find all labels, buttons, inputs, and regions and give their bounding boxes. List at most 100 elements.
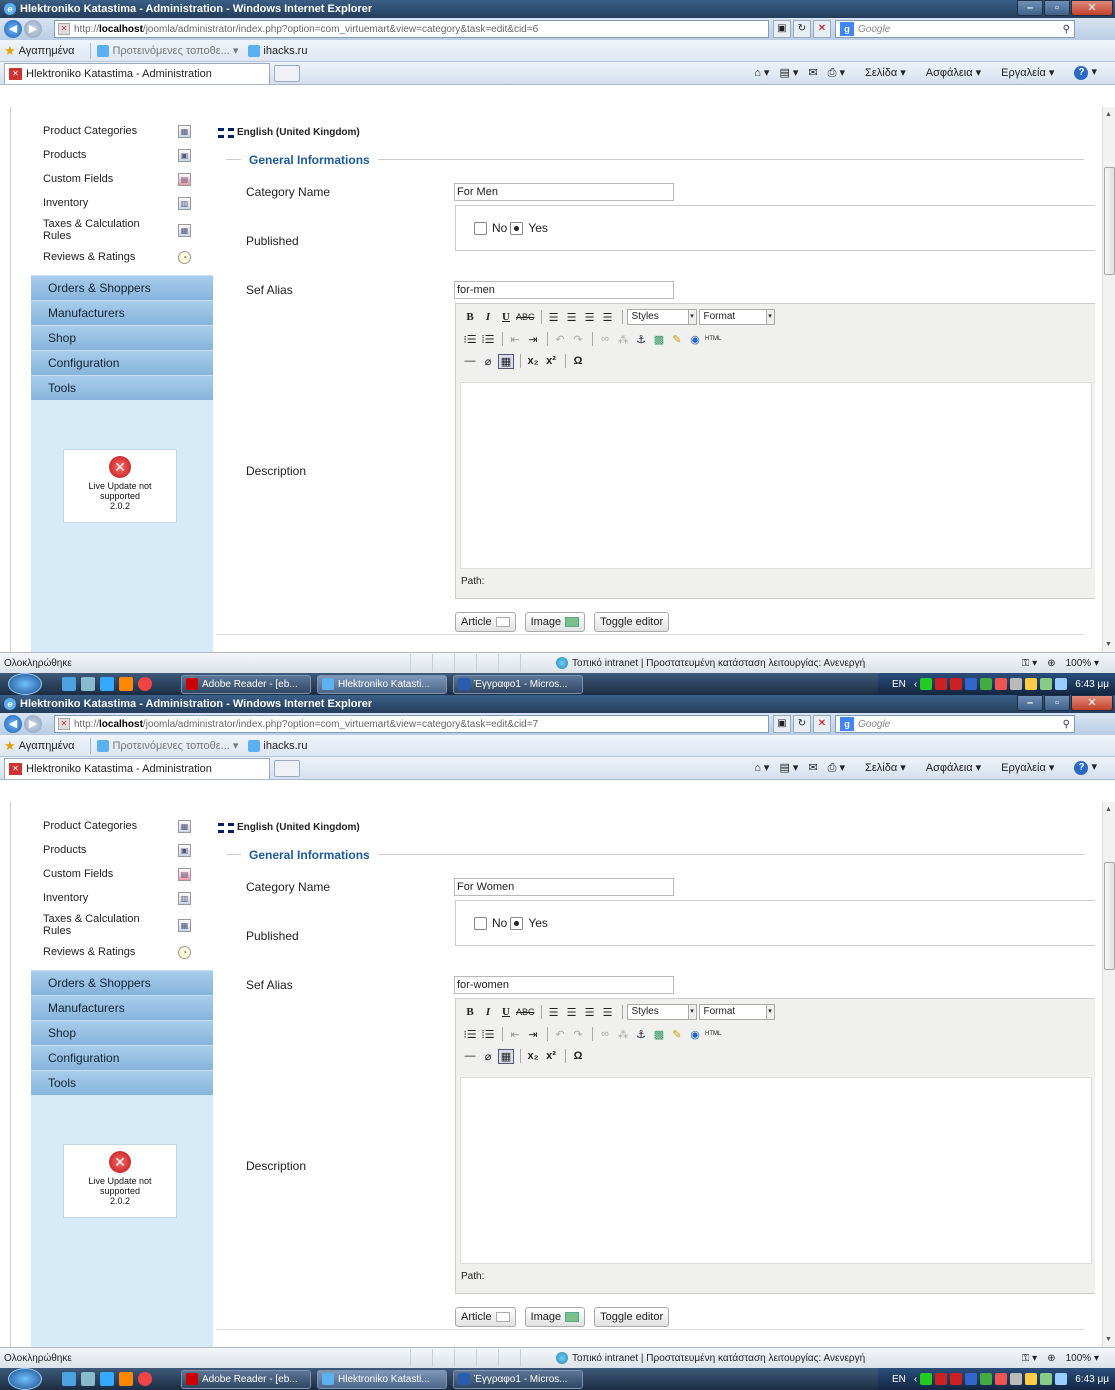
language-tab[interactable]: English (United Kingdom)	[218, 822, 360, 833]
compatibility-icon[interactable]: ▣	[773, 715, 791, 733]
minimize-button[interactable]: –	[1017, 0, 1043, 16]
feeds-icon[interactable]: ▤ ▾	[779, 761, 798, 774]
format-select[interactable]: Format ▾	[698, 309, 775, 325]
anchor-icon[interactable]: ⚓	[633, 1028, 649, 1041]
align-justify-icon[interactable]: ☰	[600, 311, 616, 324]
image-icon[interactable]: ▩	[651, 1028, 667, 1041]
visual-aid-icon[interactable]: ▦	[498, 353, 514, 369]
underline-icon[interactable]: U	[498, 311, 514, 323]
new-tab-button[interactable]	[274, 759, 300, 777]
minimize-button[interactable]: –	[1017, 695, 1043, 711]
unlink-icon[interactable]: ⁂	[615, 1028, 631, 1041]
start-button[interactable]	[8, 1368, 42, 1390]
home-icon[interactable]: ⌂ ▾	[754, 66, 769, 79]
safety-menu[interactable]: Ασφάλεια ▾	[916, 66, 981, 79]
mail-icon[interactable]: ✉	[808, 761, 817, 774]
radio-no[interactable]	[474, 916, 487, 930]
cleanup-icon[interactable]: ✎	[669, 1028, 685, 1041]
sidebar-item-reviews[interactable]: Reviews & Ratings ◔	[31, 940, 213, 964]
cleanup-icon[interactable]: ✎	[669, 333, 685, 346]
horizontal-rule-icon[interactable]: —	[462, 1050, 478, 1062]
sidebar-section-configuration[interactable]: Configuration	[31, 350, 213, 375]
task-adobe-reader[interactable]: Adobe Reader - [eb...	[181, 674, 311, 694]
start-button[interactable]	[8, 673, 42, 695]
search-icon[interactable]: ⚲	[1063, 24, 1070, 35]
clock[interactable]: 6:43 μμ	[1075, 679, 1109, 690]
article-button[interactable]: Article	[455, 1307, 516, 1327]
ie-icon[interactable]	[100, 677, 114, 691]
language-indicator[interactable]: EN	[892, 1374, 906, 1385]
refresh-icon[interactable]: ↻	[793, 20, 811, 38]
sidebar-item-products[interactable]: Products ▣	[31, 838, 213, 862]
protected-mode-icon[interactable]: ⚿ ▾	[1022, 1353, 1037, 1364]
article-button[interactable]: Article	[455, 612, 516, 632]
switch-windows-icon[interactable]	[81, 677, 95, 691]
outdent-icon[interactable]: ⇤	[507, 333, 523, 346]
sidebar-item-product-categories[interactable]: Product Categories ▦	[31, 119, 213, 143]
close-button[interactable]: ✕	[1071, 695, 1113, 711]
scrollbar[interactable]: ▲ ▼	[1102, 107, 1115, 652]
favorites-star-icon[interactable]: ★	[4, 43, 16, 59]
outdent-icon[interactable]: ⇤	[507, 1028, 523, 1041]
task-word[interactable]: Έγγραφο1 - Micros...	[453, 674, 583, 694]
chrome-icon[interactable]	[138, 1372, 152, 1386]
help-icon[interactable]: ◉	[687, 333, 703, 346]
suggested-sites-link[interactable]: Προτεινόμενες τοποθε... ▾	[97, 44, 238, 57]
eraser-icon[interactable]: ⌀	[480, 1050, 496, 1063]
stop-icon[interactable]: ✕	[813, 20, 831, 38]
tray-expand-icon[interactable]: ‹	[914, 1374, 917, 1385]
task-internet-explorer[interactable]: Hlektroniko Katasti...	[317, 1369, 447, 1389]
bold-icon[interactable]: B	[462, 311, 478, 323]
html-icon[interactable]: HTML	[705, 336, 721, 342]
sidebar-section-shop[interactable]: Shop	[31, 325, 213, 350]
sef-alias-input[interactable]: for-women	[454, 976, 674, 994]
security-zone[interactable]: Τοπικό intranet | Προστατευμένη κατάστασ…	[556, 657, 865, 669]
help-menu[interactable]: ? ▾	[1064, 65, 1097, 80]
tools-menu[interactable]: Εργαλεία ▾	[991, 66, 1054, 79]
protected-mode-icon[interactable]: ⚿ ▾	[1022, 658, 1037, 669]
sidebar-item-custom-fields[interactable]: Custom Fields ▤	[31, 167, 213, 191]
sidebar-item-products[interactable]: Products ▣	[31, 143, 213, 167]
tools-menu[interactable]: Εργαλεία ▾	[991, 761, 1054, 774]
align-center-icon[interactable]: ☰	[564, 311, 580, 324]
security-zone[interactable]: Τοπικό intranet | Προστατευμένη κατάστασ…	[556, 1352, 865, 1364]
task-internet-explorer[interactable]: Hlektroniko Katasti...	[317, 674, 447, 694]
link-icon[interactable]: ∞	[597, 1028, 613, 1040]
compatibility-icon[interactable]: ▣	[773, 20, 791, 38]
description-textarea[interactable]	[460, 382, 1092, 569]
favorites-button[interactable]: Αγαπημένα	[19, 45, 75, 57]
chrome-icon[interactable]	[138, 677, 152, 691]
new-tab-button[interactable]	[274, 64, 300, 82]
toggle-editor-button[interactable]: Toggle editor	[594, 1307, 670, 1327]
ihacks-link[interactable]: ihacks.ru	[248, 739, 307, 752]
search-input[interactable]: g Google ⚲	[835, 20, 1075, 38]
styles-select[interactable]: Styles ▾	[626, 1004, 697, 1020]
maximize-button[interactable]: ▫	[1044, 695, 1070, 711]
radio-yes[interactable]	[510, 916, 524, 930]
help-menu[interactable]: ? ▾	[1064, 760, 1097, 775]
sidebar-section-tools[interactable]: Tools	[31, 1070, 213, 1095]
category-name-input[interactable]: For Women	[454, 878, 674, 896]
italic-icon[interactable]: I	[480, 311, 496, 323]
special-char-icon[interactable]: Ω	[570, 1050, 586, 1062]
align-right-icon[interactable]: ☰	[582, 311, 598, 324]
align-left-icon[interactable]: ☰	[546, 1006, 562, 1019]
ihacks-link[interactable]: ihacks.ru	[248, 44, 307, 57]
ie-icon[interactable]	[100, 1372, 114, 1386]
sidebar-section-configuration[interactable]: Configuration	[31, 1045, 213, 1070]
switch-windows-icon[interactable]	[81, 1372, 95, 1386]
indent-icon[interactable]: ⇥	[525, 1028, 541, 1041]
sidebar-section-orders[interactable]: Orders & Shoppers	[31, 970, 213, 995]
sidebar-item-inventory[interactable]: Inventory ▥	[31, 886, 213, 910]
eraser-icon[interactable]: ⌀	[480, 355, 496, 368]
sidebar-item-taxes[interactable]: Taxes & Calculation Rules ▦	[31, 215, 213, 245]
undo-icon[interactable]: ↶	[552, 1028, 568, 1041]
horizontal-rule-icon[interactable]: —	[462, 355, 478, 367]
image-icon[interactable]: ▩	[651, 333, 667, 346]
numbered-list-icon[interactable]: ⁞☰	[480, 1028, 496, 1041]
styles-select[interactable]: Styles ▾	[626, 309, 697, 325]
sidebar-item-custom-fields[interactable]: Custom Fields ▤	[31, 862, 213, 886]
bold-icon[interactable]: B	[462, 1006, 478, 1018]
link-icon[interactable]: ∞	[597, 333, 613, 345]
page-menu[interactable]: Σελίδα ▾	[855, 66, 906, 79]
